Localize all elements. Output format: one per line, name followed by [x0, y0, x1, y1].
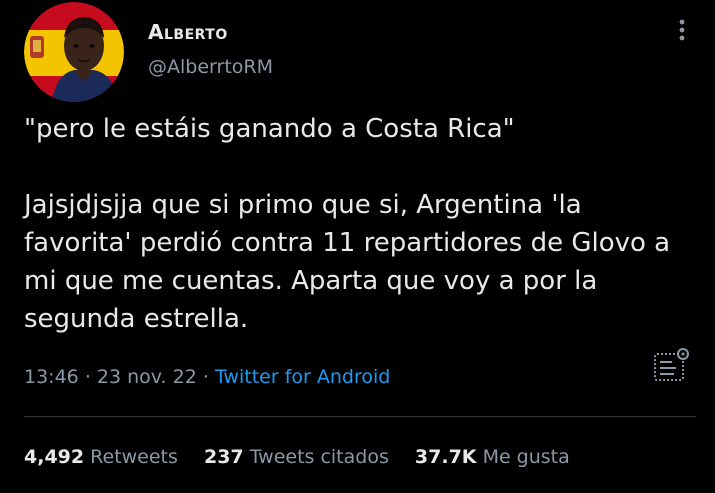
- avatar-image: [24, 2, 124, 102]
- quotes-count: 237: [203, 446, 244, 468]
- tweet-stats: 4,492 Retweets 237 Tweets citados 37.7K …: [24, 446, 590, 468]
- likes-stat[interactable]: 37.7K Me gusta: [415, 446, 570, 468]
- likes-label: Me gusta: [482, 446, 570, 468]
- quotes-label: Tweets citados: [249, 446, 389, 468]
- author-handle[interactable]: @AlberrtoRM: [148, 56, 273, 78]
- retweets-count: 4,492: [24, 446, 85, 468]
- tweet-meta: 13:46 · 23 nov. 22 · Twitter for Android: [24, 366, 390, 388]
- retweets-label: Retweets: [90, 446, 178, 468]
- analytics-icon[interactable]: [650, 344, 692, 386]
- tweet-detail: Alberto @AlberrtoRM "pero le estáis gana…: [0, 0, 715, 493]
- tweet-date[interactable]: 23 nov. 22: [97, 366, 197, 388]
- more-vertical-icon[interactable]: [673, 14, 691, 46]
- tweet-text: "pero le estáis ganando a Costa Rica" Ja…: [24, 110, 694, 338]
- separator: ·: [202, 366, 209, 388]
- retweets-stat[interactable]: 4,492 Retweets: [24, 446, 184, 468]
- divider: [24, 416, 696, 417]
- tweet-time[interactable]: 13:46: [24, 366, 79, 388]
- separator: ·: [84, 366, 91, 388]
- tweet-paragraph: "pero le estáis ganando a Costa Rica": [24, 114, 515, 144]
- quotes-stat[interactable]: 237 Tweets citados: [204, 446, 395, 468]
- author-name[interactable]: Alberto: [148, 20, 228, 44]
- avatar[interactable]: [24, 2, 124, 102]
- tweet-paragraph: Jajsjdjsjja que si primo que si, Argenti…: [24, 190, 671, 334]
- tweet-source-link[interactable]: Twitter for Android: [215, 366, 390, 388]
- likes-count: 37.7K: [414, 446, 477, 468]
